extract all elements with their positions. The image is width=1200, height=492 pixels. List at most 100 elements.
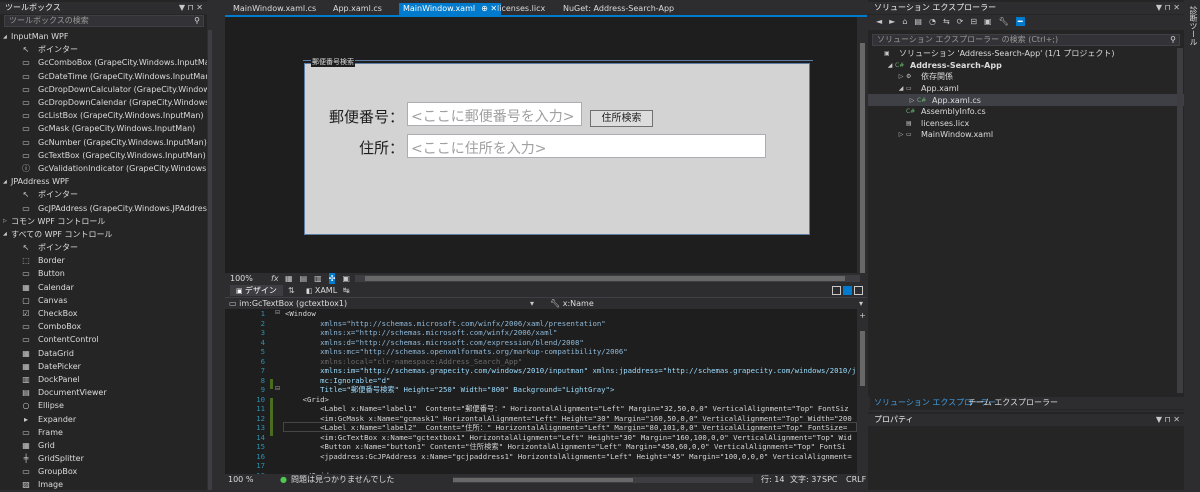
zip-input[interactable]: <ここに郵便番号を入力> — [407, 102, 582, 126]
solution-tree-item[interactable]: ▷ ⚙ 依存関係 — [868, 71, 1184, 83]
code-vscroll-thumb[interactable] — [860, 331, 865, 386]
document-tab[interactable]: licenses.licx — [493, 3, 549, 15]
status-hscroll-thumb[interactable] — [453, 478, 633, 482]
address-search-button[interactable]: 住所検索 — [590, 110, 653, 127]
search-icon[interactable]: ⚲ — [1170, 34, 1176, 46]
solution-tree-item[interactable]: ▷ ▭ MainWindow.xaml — [868, 129, 1184, 141]
xaml-code-editor[interactable]: 12345678910111213141516171819 ⊟ ⊟ <Windo… — [225, 309, 857, 474]
collapse-arrow-icon[interactable]: ▷ — [3, 218, 11, 224]
tab-xaml[interactable]: ◧ XAML — [306, 285, 337, 297]
vertical-split-icon[interactable] — [832, 286, 841, 295]
tree-expander-icon[interactable]: ▷ — [896, 131, 906, 138]
toolbox-item[interactable]: ╪ GridSplitter — [0, 452, 207, 465]
toolbox-item[interactable]: ▭ Frame — [0, 426, 207, 439]
solution-tree-item[interactable]: ▤ licenses.licx — [868, 118, 1184, 130]
toolbox-item[interactable]: ▥ DockPanel — [0, 373, 207, 386]
toolbox-item[interactable]: ↖ ポインター — [0, 241, 207, 254]
toolbox-item[interactable]: ○ Ellipse — [0, 399, 207, 412]
tree-expander-icon[interactable]: ◢ — [885, 62, 895, 69]
toolbox-item[interactable]: ☑ CheckBox — [0, 307, 207, 320]
code-line[interactable]: <im:GcMask x:Name="gcmask1" HorizontalAl… — [285, 414, 857, 424]
history-icon[interactable]: ◔ — [929, 17, 936, 26]
toolbox-item[interactable]: ▭ GcListBox (GrapeCity.Windows.InputMan) — [0, 109, 207, 122]
solution-tree-item[interactable]: ▷ C# App.xaml.cs — [868, 94, 1184, 106]
toolbox-item[interactable]: ▸ Expander — [0, 412, 207, 425]
expand-arrow-icon[interactable]: ◢ — [3, 179, 11, 185]
collapse-all-icon[interactable]: ⊟ — [970, 17, 977, 26]
document-tab[interactable]: NuGet: Address-Search-App — [559, 3, 678, 15]
document-tab[interactable]: MainWindow.xaml ⊕ ✕ — [399, 3, 502, 15]
properties-icon[interactable]: 🔧︎ — [999, 17, 1009, 26]
solution-tree-item[interactable]: ◢ C# Address-Search-App — [868, 60, 1184, 72]
formula-fx-button[interactable]: fx — [271, 273, 279, 284]
tab-team-explorer[interactable]: チーム エクスプローラー — [968, 397, 1058, 409]
switch-view-icon[interactable]: ▤ — [914, 17, 922, 26]
toolbox-item[interactable]: ▦ Grid — [0, 439, 207, 452]
designer-vscroll-thumb[interactable] — [860, 43, 865, 273]
expand-arrow-icon[interactable]: ◢ — [3, 34, 11, 40]
document-tab[interactable]: MainWindow.xaml.cs — [229, 3, 320, 15]
refresh-icon[interactable]: ⟳ — [957, 17, 964, 26]
single-pane-icon[interactable] — [854, 286, 863, 295]
document-tab[interactable]: App.xaml.cs — [329, 3, 386, 15]
code-line[interactable]: <jpaddress:GcJPAddress x:Name="gcjpaddre… — [285, 452, 857, 462]
toolbox-window-controls[interactable]: ▼ ⊓ ✕ — [179, 2, 203, 14]
show-all-icon[interactable]: ▣ — [984, 17, 992, 26]
code-line[interactable]: Title="郵便番号検索" Height="250" Width="800" … — [285, 385, 857, 395]
code-line[interactable]: <im:GcTextBox x:Name="gctextbox1" Horizo… — [285, 433, 857, 443]
toolbox-item[interactable]: ▢ Canvas — [0, 294, 207, 307]
toolbox-item[interactable]: ▭ ContentControl — [0, 333, 207, 346]
toolbox-group[interactable]: ◢ JPAddress WPF — [0, 175, 207, 188]
code-line[interactable]: xmlns:local="clr-namespace:Address_Searc… — [285, 357, 857, 367]
toolbox-item[interactable]: ▭ GcTextBox (GrapeCity.Windows.InputMan) — [0, 149, 207, 162]
document-icon[interactable]: ▣ — [342, 273, 350, 284]
solution-tree-item[interactable]: ▣ ソリューション 'Address-Search-App' (1/1 プロジェク… — [868, 48, 1184, 60]
tree-expander-icon[interactable]: ▷ — [907, 97, 917, 104]
whitespace-mode[interactable]: SPC — [822, 474, 838, 486]
code-line[interactable]: xmlns:mc="http://schemas.openxmlformats.… — [285, 347, 857, 357]
sync-icon[interactable]: ⇆ — [943, 17, 950, 26]
toolbox-item[interactable]: ▤ DocumentViewer — [0, 386, 207, 399]
editor-zoom[interactable]: 100 % — [228, 474, 253, 486]
search-icon[interactable]: ⚲ — [194, 15, 200, 27]
preview-icon[interactable]: ━ — [1015, 17, 1025, 26]
solution-search-input[interactable]: ソリューション エクスプローラー の検索 (Ctrl+;) — [877, 35, 1058, 45]
horizontal-split-icon[interactable] — [843, 286, 852, 295]
toolbox-item[interactable]: ▭ GroupBox — [0, 465, 207, 478]
wpf-window-preview[interactable]: 郵便番号検索 郵便番号： <ここに郵便番号を入力> 住所検索 住所： <ここに住… — [303, 57, 813, 235]
fold-toggle[interactable]: ⊟ — [275, 385, 280, 392]
code-line[interactable]: <Label x:Name="label1" Content="郵便番号：" H… — [285, 404, 857, 414]
toolbox-item[interactable]: ▭ GcDateTime (GrapeCity.Windows.InputMan) — [0, 70, 207, 83]
toolbox-item[interactable]: ▭ ComboBox — [0, 320, 207, 333]
solution-tree-item[interactable]: C# AssemblyInfo.cs — [868, 106, 1184, 118]
expand-arrow-icon[interactable]: ◢ — [3, 231, 11, 237]
chevron-down-icon[interactable]: ▾ — [530, 298, 534, 309]
code-line[interactable]: <Button x:Name="button1" Content="住所検索" … — [285, 442, 857, 452]
toolbox-item[interactable]: ▭ GcDropDownCalculator (GrapeCity.Windows… — [0, 83, 207, 96]
toolbox-group[interactable]: ◢ すべての WPF コントロール — [0, 228, 207, 241]
layout-icon[interactable]: ▥ — [314, 273, 322, 284]
tab-design[interactable]: ▣ デザイン — [230, 285, 283, 296]
grid-icon[interactable]: ▦ — [285, 273, 293, 284]
fold-toggle[interactable]: ⊟ — [275, 309, 280, 316]
address-input[interactable]: <ここに住所を入力> — [407, 134, 766, 158]
code-line[interactable]: <Label x:Name="label2" Content="住所：" Hor… — [285, 423, 857, 433]
designer-vscroll-track[interactable] — [858, 17, 867, 273]
toolbox-item[interactable]: ▭ GcComboBox (GrapeCity.Windows.InputMan) — [0, 56, 207, 69]
designer-hscroll-track[interactable] — [355, 275, 860, 282]
crosshair-icon[interactable]: ✣ — [328, 273, 336, 284]
toolbox-item[interactable]: ↖ ポインター — [0, 43, 207, 56]
issues-status[interactable]: 問題は見つかりませんでした — [291, 474, 394, 486]
code-scroll-plus[interactable]: + — [858, 311, 867, 320]
back-icon[interactable]: ◄ — [876, 17, 882, 26]
zoom-level[interactable]: 100% — [230, 273, 253, 284]
toolbox-scrollbar[interactable] — [208, 30, 212, 490]
home-icon[interactable]: ⌂ — [902, 17, 907, 26]
toolbox-item[interactable]: ↖ ポインター — [0, 188, 207, 201]
toolbox-item[interactable]: ⓘ GcValidationIndicator (GrapeCity.Window… — [0, 162, 207, 175]
toolbox-item[interactable]: ▭ GcNumber (GrapeCity.Windows.InputMan) — [0, 136, 207, 149]
diagnostics-tab[interactable]: 診断ツール — [1188, 6, 1199, 46]
tree-expander-icon[interactable]: ◢ — [896, 85, 906, 92]
snap-icon[interactable]: ▤ — [300, 273, 308, 284]
toolbox-item[interactable]: ▭ Button — [0, 267, 207, 280]
